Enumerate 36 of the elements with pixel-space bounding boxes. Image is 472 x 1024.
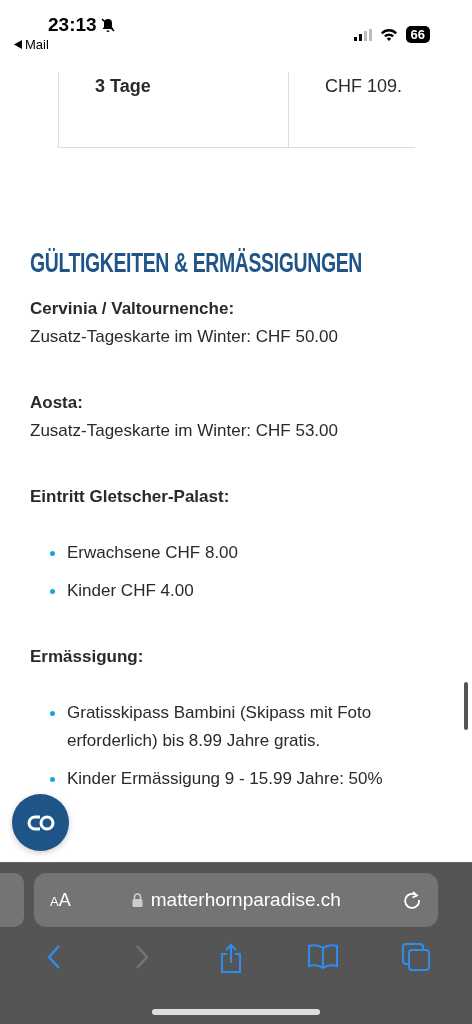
section-label: Cervinia / Valtournenche: — [30, 298, 236, 320]
text-size-button[interactable]: AA — [50, 889, 71, 911]
accessibility-button[interactable] — [12, 794, 69, 851]
list-item-text: Kinder Ermässigung 9 - 15.99 Jahre: 50% — [67, 768, 383, 790]
reload-icon[interactable] — [402, 890, 422, 910]
table-cell: 3 Tage — [59, 72, 289, 147]
back-triangle-icon[interactable] — [14, 40, 22, 49]
section-label: Eintritt Gletscher-Palast: — [30, 486, 231, 508]
list-item-text: Erwachsene CHF 8.00 — [67, 542, 239, 564]
clock-time: 23:13 — [48, 14, 97, 36]
price-text: Zusatz-Tageskarte im Winter: CHF 50.00 — [30, 326, 339, 348]
address-bar[interactable]: AA matterhornparadise.ch — [34, 873, 438, 927]
muted-bell-icon — [99, 17, 116, 33]
previous-tab-field[interactable] — [0, 873, 24, 927]
table-cell-text: CHF 109. — [324, 75, 404, 98]
signal-icon — [353, 28, 372, 41]
url-text: matterhornparadise.ch — [150, 889, 341, 911]
wifi-icon — [379, 28, 398, 41]
toggle-icon — [25, 813, 56, 832]
battery-level: 66 — [405, 26, 430, 43]
lock-icon — [131, 893, 143, 907]
bullet-icon — [50, 777, 55, 782]
book-icon[interactable] — [308, 943, 338, 969]
section-label: Aosta: — [30, 392, 84, 414]
tabs-icon[interactable] — [402, 943, 430, 971]
price-text: Zusatz-Tageskarte im Winter: CHF 53.00 — [30, 420, 339, 442]
section-label: Ermässigung: — [30, 646, 145, 668]
scrollbar — [464, 682, 468, 730]
list-item-text: Kinder CHF 4.00 — [67, 580, 194, 602]
list-item-text: Gratisskipass Bambini (Skipass mit Foto erforderlich) bis 8.99 Jahre gratis. — [67, 702, 373, 752]
share-icon[interactable] — [218, 943, 244, 973]
bullet-icon — [50, 711, 55, 716]
section-heading: GÜLTIGKEITEN & ERMÄSSIGUNGEN — [30, 248, 362, 279]
bullet-icon — [50, 551, 55, 556]
back-to-app-link[interactable]: Mail — [25, 37, 49, 52]
bullet-icon — [50, 589, 55, 594]
